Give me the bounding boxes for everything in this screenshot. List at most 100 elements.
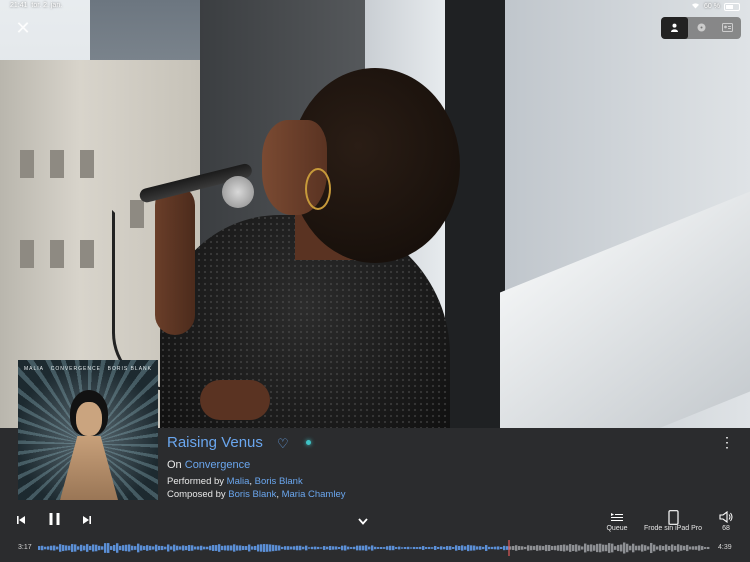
waveform-bar [137,543,140,553]
waveform-bar [299,545,302,551]
waveform-bar [101,546,104,550]
waveform-bar [602,544,605,552]
waveform-bar [440,546,443,550]
album-line: On Convergence [167,459,250,471]
waveform-bar [356,545,359,551]
waveform-bar [59,544,62,552]
waveform-bar [242,545,245,551]
waveform-bar [197,546,200,550]
waveform-bar [149,545,152,551]
waveform-bar [332,546,335,550]
waveform-bar [551,546,554,550]
output-device-button[interactable]: Frode sin iPad Pro [640,509,706,532]
favorite-button[interactable]: ♡ [277,436,289,452]
waveform-bar [524,546,527,550]
elapsed-time: 3:17 [18,544,32,551]
waveform-bar [548,545,551,551]
waveform-bar [110,546,113,550]
waveform-bar [179,546,182,550]
next-track-button[interactable] [80,514,94,528]
waveform-bar [308,547,311,549]
waveform-bar [665,544,668,552]
waveform-bar [158,545,161,551]
playhead[interactable] [508,540,510,556]
waveform-bar [80,544,83,552]
waveform-bar [527,545,530,551]
waveform-bar [311,546,314,550]
waveform-bar [503,545,506,551]
performer-link[interactable]: Boris Blank [255,476,303,487]
waveform-bar [215,545,218,551]
album-cover[interactable]: MALIA CONVERGENCE BORIS BLANK [18,360,158,500]
waveform-bar [512,546,515,551]
waveform-bar [173,544,176,552]
pause-button[interactable] [46,512,62,530]
performer-link[interactable]: Malia [227,476,250,487]
person-view-button[interactable] [661,17,688,39]
waveform-bar [227,545,230,551]
album-prefix: On [167,459,182,471]
waveform-bar [314,546,317,550]
waveform-bar [191,545,194,551]
waveform-seek-bar[interactable] [38,540,710,556]
collapse-player-button[interactable] [356,515,370,527]
waveform-bar [320,547,323,549]
waveform-bar [56,546,59,550]
waveform-bar [365,545,368,551]
waveform-bar [617,544,620,552]
waveform-bar [206,546,209,550]
queue-button[interactable]: Queue [600,509,634,532]
waveform-bar [578,545,581,551]
waveform-bar [674,545,677,551]
waveform-bar [422,546,425,550]
more-options-button[interactable]: ⋮ [720,434,734,451]
waveform-bar [170,546,173,550]
waveform-bar [161,545,164,551]
waveform-bar [446,546,449,550]
waveform-bar [680,545,683,551]
waveform-bar [656,546,659,550]
composer-link[interactable]: Boris Blank [228,489,276,500]
waveform-bar [296,545,299,551]
waveform-bar [128,544,131,552]
waveform-bar [89,545,92,551]
waveform-bar [41,545,44,551]
waveform-bar [50,545,53,551]
waveform-bar [260,544,263,552]
waveform-bar [98,545,101,551]
waveform-bar [350,547,353,549]
waveform-bar [272,544,275,552]
performed-line: Performed by Malia, Boris Blank [167,476,303,487]
waveform-bar [590,544,593,552]
waveform-bar [245,546,248,550]
waveform-bar [230,545,233,551]
track-title[interactable]: Raising Venus [167,434,263,451]
waveform-bar [476,546,479,550]
waveform-bar [401,547,404,549]
waveform-bar [68,545,71,551]
waveform-bar [689,546,692,550]
waveform-bar [77,546,80,550]
waveform-bar [488,546,491,550]
waveform-bar [224,545,227,551]
waveform-bar [326,546,329,550]
waveform-bar [668,545,671,551]
waveform-bar [71,544,74,552]
close-button[interactable]: ✕ [13,18,33,38]
previous-track-button[interactable] [14,514,28,528]
waveform-bar [251,546,254,550]
composer-link[interactable]: Maria Chamley [282,489,346,500]
album-view-button[interactable] [688,17,715,39]
waveform-bar [248,544,251,552]
skip-forward-icon [82,512,92,530]
waveform-bar [647,546,650,550]
waveform-bar [575,544,578,552]
volume-button[interactable]: 68 [712,509,740,532]
waveform-bar [536,545,539,551]
vertical-dots-icon: ⋮ [720,434,734,450]
waveform-bar [416,547,419,549]
album-link[interactable]: Convergence [185,459,250,471]
composed-line: Composed by Boris Blank, Maria Chamley [167,489,346,500]
credits-view-button[interactable] [714,17,741,39]
waveform-bar [119,545,122,551]
